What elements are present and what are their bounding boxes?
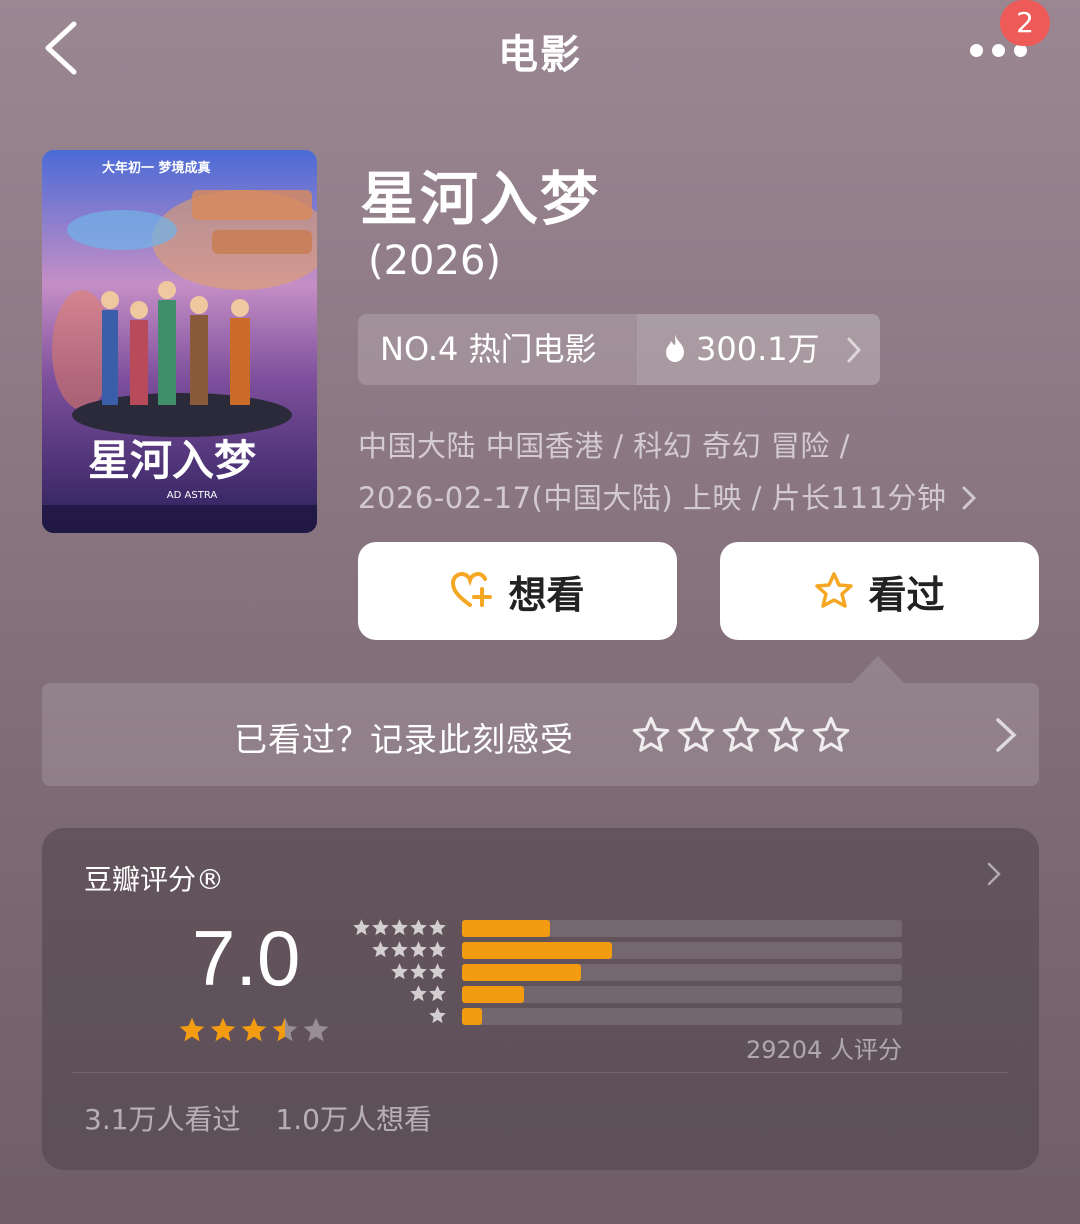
rate-star-5-icon: [812, 716, 850, 752]
rate-star-2-icon: [677, 716, 715, 752]
record-prompt: 已看过？记录此刻感受: [234, 720, 574, 759]
distribution-stars: [371, 940, 447, 959]
poster-slogan: 大年初一 梦境成真: [102, 160, 211, 176]
star-small-icon: [429, 1007, 446, 1024]
divider: [72, 1072, 1009, 1073]
ranking-box[interactable]: NO.4 热门电影 300.1万: [358, 314, 880, 385]
distribution-row-5-star: [352, 918, 902, 937]
distribution-stars: [428, 1006, 447, 1025]
seen-count: 3.1万人看过: [84, 1103, 241, 1136]
page-title: 电影: [498, 32, 582, 78]
movie-meta-release[interactable]: 2026-02-17(中国大陆) 上映 / 片长111分钟: [358, 475, 977, 517]
watched-button[interactable]: 看过: [720, 542, 1039, 640]
record-feeling-bar[interactable]: 已看过？记录此刻感受: [42, 683, 1039, 786]
star-small-icon: [429, 985, 446, 1002]
rating-score: 7.0: [192, 914, 301, 1002]
heart-plus-icon: [451, 571, 493, 607]
star-small-icon: [410, 919, 427, 936]
poster-english-title: AD ASTRA: [167, 490, 218, 501]
movie-title: 星河入梦: [360, 165, 601, 233]
star-small-icon: [410, 963, 427, 980]
star-small-icon: [429, 963, 446, 980]
rate-star-1-icon: [632, 716, 670, 752]
rank-label: NO.4 热门电影: [358, 314, 638, 385]
star-filled-icon: [210, 1017, 236, 1042]
want-count: 1.0万人想看: [275, 1103, 432, 1136]
distribution-bar-1-star: [462, 1008, 482, 1025]
distribution-bar-2-star: [462, 986, 524, 1003]
rating-count: 29204 人评分: [746, 1036, 902, 1064]
star-small-icon: [391, 963, 408, 980]
chevron-right-icon: [847, 337, 862, 363]
distribution-row-4-star: [352, 940, 902, 959]
star-small-icon: [410, 941, 427, 958]
star-half-icon: [272, 1017, 298, 1042]
seen-want-stats: 3.1万人看过 1.0万人想看: [84, 1098, 458, 1138]
star-outline-icon: [815, 572, 854, 608]
star-empty-icon: [303, 1017, 329, 1042]
want-label: 想看: [508, 572, 585, 617]
distribution-stars: [409, 984, 447, 1003]
star-small-icon: [429, 941, 446, 958]
distribution-stars: [352, 918, 447, 937]
distribution-bar-track: [462, 986, 902, 1003]
chevron-right-icon: [962, 486, 977, 510]
heat-indicator[interactable]: 300.1万: [638, 314, 880, 385]
rate-star-4-icon: [767, 716, 805, 752]
dot: [970, 44, 983, 57]
want-to-watch-button[interactable]: 想看: [358, 542, 677, 640]
top-nav: 电影 2: [0, 0, 1080, 100]
star-small-icon: [372, 919, 389, 936]
distribution-row-2-star: [352, 984, 902, 1003]
movie-meta-region-genre: 中国大陆 中国香港 / 科幻 奇幻 冒险 /: [358, 429, 850, 463]
distribution-bar-track: [462, 942, 902, 959]
distribution-bar-4-star: [462, 942, 612, 959]
distribution-bar-track: [462, 1008, 902, 1025]
chevron-right-icon[interactable]: [987, 862, 1001, 886]
star-filled-icon: [241, 1017, 267, 1042]
rate-stars[interactable]: [632, 716, 850, 754]
distribution-bar-track: [462, 964, 902, 981]
release-info: 2026-02-17(中国大陆) 上映 / 片长111分钟: [358, 481, 947, 515]
dot: [992, 44, 1005, 57]
star-small-icon: [372, 941, 389, 958]
douban-rating-card: 豆瓣评分® 7.0 29204 人评分 3.1万人看过 1.0万人想看: [42, 828, 1039, 1170]
star-small-icon: [429, 919, 446, 936]
distribution-stars: [390, 962, 447, 981]
rate-star-3-icon: [722, 716, 760, 752]
score-stars: [178, 1016, 330, 1044]
chevron-right-icon: [996, 718, 1017, 752]
seen-label: 看过: [868, 572, 945, 617]
star-small-icon: [391, 941, 408, 958]
distribution-bar-3-star: [462, 964, 581, 981]
distribution-row-3-star: [352, 962, 902, 981]
fire-icon: [666, 334, 684, 362]
star-filled-icon: [179, 1017, 205, 1042]
distribution-bar-track: [462, 920, 902, 937]
heat-value: 300.1万: [696, 330, 820, 368]
notification-badge: 2: [1000, 0, 1050, 46]
record-pointer: [852, 656, 904, 683]
star-small-icon: [391, 919, 408, 936]
poster-title: 星河入梦: [88, 436, 256, 485]
star-small-icon: [410, 985, 427, 1002]
distribution-row-1-star: [352, 1006, 902, 1025]
poster-image: 星河入梦 大年初一 梦境成真 AD ASTRA: [42, 150, 317, 533]
distribution-bar-5-star: [462, 920, 550, 937]
star-small-icon: [353, 919, 370, 936]
movie-poster[interactable]: 星河入梦 大年初一 梦境成真 AD ASTRA: [42, 150, 317, 533]
rating-label: 豆瓣评分®: [84, 863, 225, 896]
movie-year: (2026): [368, 238, 502, 284]
